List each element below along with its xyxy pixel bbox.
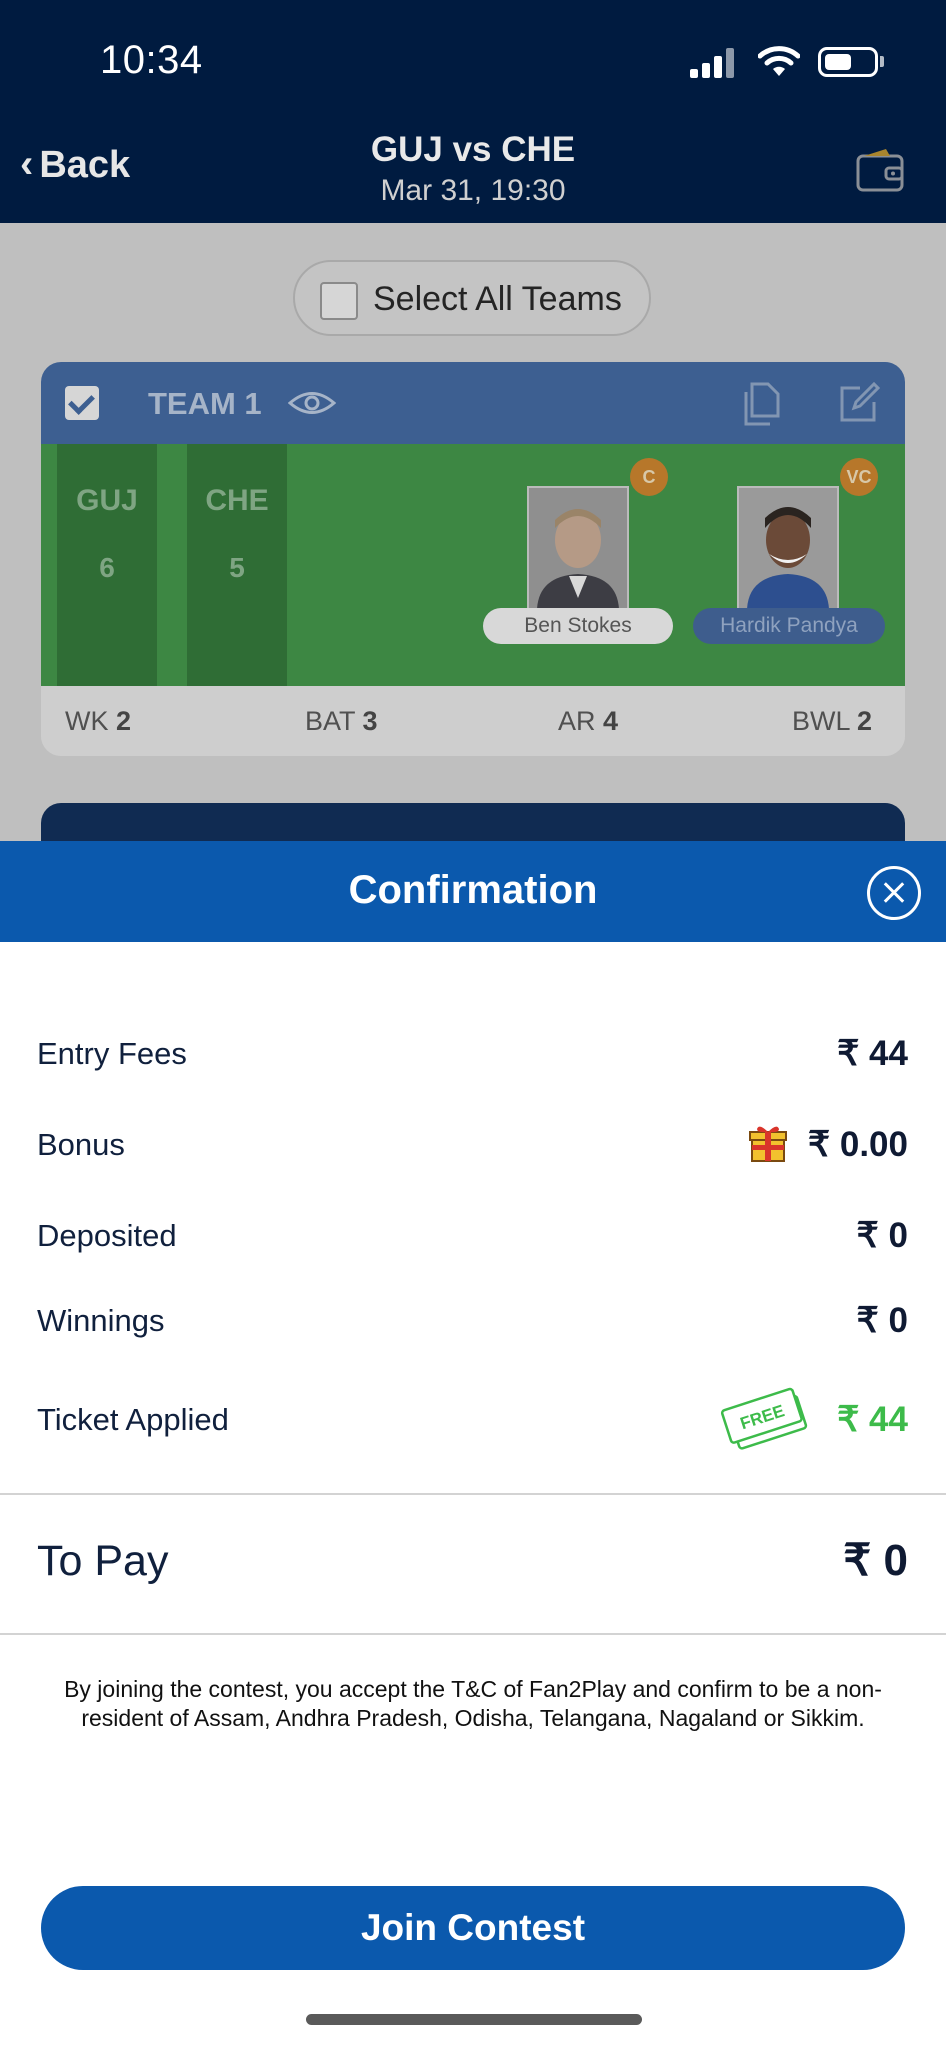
join-contest-label[interactable]: Join Contest xyxy=(41,1907,905,1949)
winnings-value: ₹ 0 xyxy=(856,1301,908,1340)
battery-icon xyxy=(818,47,878,77)
match-date: Mar 31, 19:30 xyxy=(380,174,566,207)
role-ar: AR 4 xyxy=(558,706,619,736)
deposited-value: ₹ 0 xyxy=(856,1216,908,1255)
bonus-value: ₹ 0.00 xyxy=(807,1125,908,1164)
captain-avatar xyxy=(527,486,629,611)
team-card[interactable]: TEAM 1 GUJ 6 CHE 5 C Ben Stokes VC Hardi… xyxy=(41,362,905,756)
match-title: GUJ vs CHE xyxy=(370,130,576,169)
captain-badge: C xyxy=(630,458,668,496)
team-player-count: 5 xyxy=(229,552,245,583)
entry-fees-label: Entry Fees xyxy=(37,1036,187,1071)
terms-disclaimer: By joining the contest, you accept the T… xyxy=(64,1676,882,1731)
select-all-checkbox[interactable] xyxy=(320,282,358,320)
entry-fees-value: ₹ 44 xyxy=(837,1034,908,1073)
team-count-che: CHE 5 xyxy=(187,444,287,686)
close-icon[interactable] xyxy=(867,866,921,920)
gift-icon xyxy=(749,1126,787,1162)
team-player-count: 6 xyxy=(99,552,115,583)
select-all-label: Select All Teams xyxy=(373,280,622,318)
battery-tip xyxy=(880,56,884,67)
vice-captain-avatar xyxy=(737,486,839,611)
team-count-guj: GUJ 6 xyxy=(57,444,157,686)
divider xyxy=(0,1633,946,1635)
signal-icon xyxy=(690,48,738,78)
winnings-label: Winnings xyxy=(37,1303,165,1338)
ticket-applied-label: Ticket Applied xyxy=(37,1402,229,1437)
vice-captain-name: Hardik Pandya xyxy=(693,608,885,644)
wallet-icon[interactable] xyxy=(856,148,904,192)
team-code: GUJ xyxy=(76,484,138,517)
captain-name: Ben Stokes xyxy=(483,608,673,644)
to-pay-value: ₹ 0 xyxy=(843,1536,908,1585)
status-time: 10:34 xyxy=(100,38,203,82)
team-checkbox[interactable] xyxy=(65,386,99,420)
deposited-label: Deposited xyxy=(37,1218,177,1253)
divider xyxy=(0,1493,946,1495)
select-all-teams[interactable]: Select All Teams xyxy=(293,260,651,336)
free-ticket-icon: FREE xyxy=(720,1387,808,1450)
home-indicator[interactable] xyxy=(306,2014,642,2025)
edit-icon[interactable] xyxy=(838,382,880,424)
confirmation-sheet xyxy=(0,942,946,2048)
role-bwl: BWL 2 xyxy=(792,706,873,736)
role-summary: WK 2 BAT 3 AR 4 BWL 2 xyxy=(41,686,905,756)
role-bat: BAT 3 xyxy=(305,706,378,736)
eye-icon[interactable] xyxy=(288,388,336,418)
bonus-label: Bonus xyxy=(37,1127,125,1162)
team-field: GUJ 6 CHE 5 C Ben Stokes VC Hardik Pandy… xyxy=(41,444,905,686)
vice-captain-badge: VC xyxy=(840,458,878,496)
to-pay-label: To Pay xyxy=(37,1537,169,1585)
wifi-icon xyxy=(758,46,800,76)
confirmation-title: Confirmation xyxy=(348,868,598,912)
ticket-applied-value: ₹ 44 xyxy=(837,1400,908,1439)
copy-icon[interactable] xyxy=(742,382,780,426)
role-wk: WK 2 xyxy=(65,706,132,736)
team-code: CHE xyxy=(205,484,269,517)
team-name: TEAM 1 xyxy=(148,386,262,421)
